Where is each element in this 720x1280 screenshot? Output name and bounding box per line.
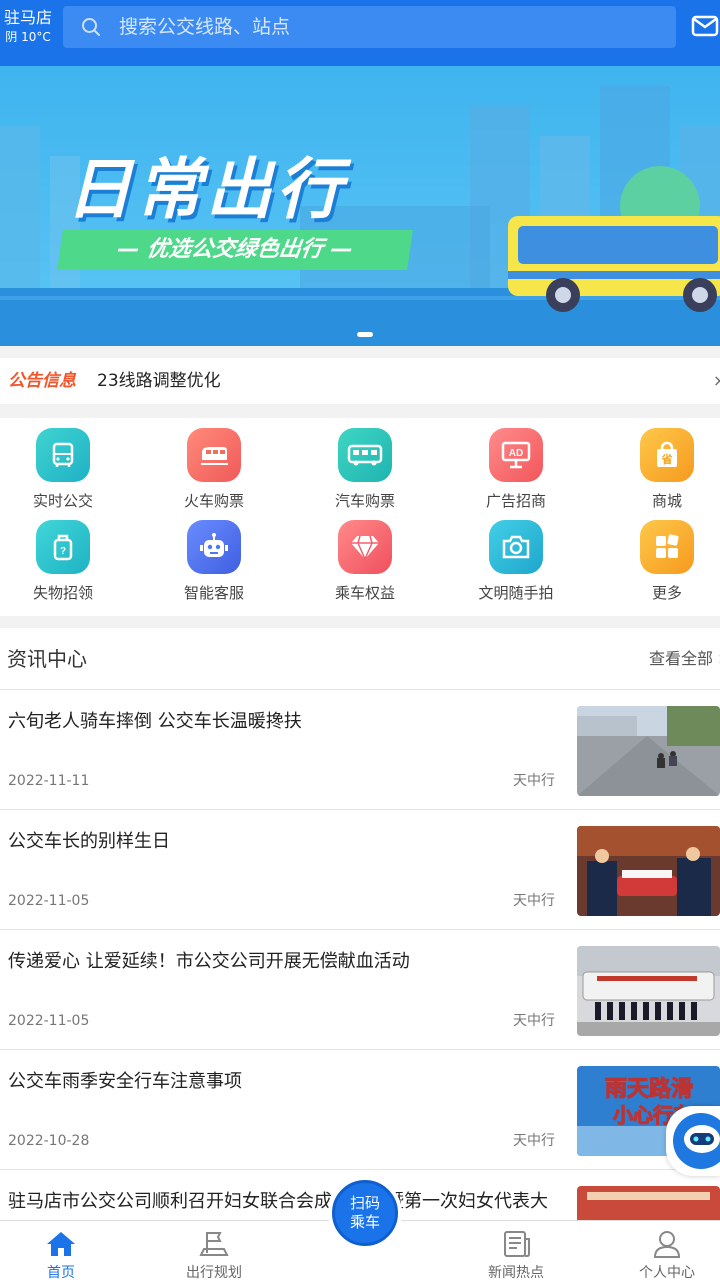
- notice-close-button[interactable]: ×: [713, 370, 720, 392]
- floating-assistant-button[interactable]: [666, 1106, 720, 1176]
- carousel-indicator: [357, 332, 373, 337]
- grid-item-lost-found[interactable]: ? 失物招领: [3, 510, 123, 602]
- news-thumbnail: [577, 826, 720, 916]
- news-date: 2022-11-05: [8, 893, 90, 909]
- shop-bag-icon: 省: [640, 428, 694, 482]
- grid-item-coach-ticket[interactable]: 汽车购票: [305, 418, 425, 510]
- news-source: 天中行: [513, 773, 555, 789]
- tab-label: 首页: [47, 1265, 75, 1280]
- grid-item-rider-benefits[interactable]: 乘车权益: [305, 510, 425, 602]
- top-bar: 驻马店 阴 10°C 搜索公交线路、站点: [0, 0, 720, 66]
- weather-text: 阴 10°C: [5, 30, 51, 44]
- news-date: 2022-11-05: [8, 1013, 90, 1029]
- promo-banner[interactable]: 日常出行 — 优选公交绿色出行 —: [0, 66, 720, 346]
- tab-profile[interactable]: 个人中心: [607, 1221, 720, 1280]
- city-selector[interactable]: 驻马店 阴 10°C: [0, 8, 56, 46]
- search-input[interactable]: 搜索公交线路、站点: [63, 6, 676, 48]
- newspaper-icon: [504, 1231, 530, 1257]
- view-all-link[interactable]: 查看全部 >: [649, 649, 720, 669]
- grid-label: 失物招领: [32, 584, 93, 602]
- tab-home[interactable]: 首页: [1, 1221, 121, 1280]
- thumb-text-line1: 雨天路滑: [605, 1076, 693, 1102]
- user-icon: [653, 1231, 681, 1258]
- mail-icon[interactable]: [691, 14, 719, 38]
- grid-label: 广告招商: [485, 492, 546, 510]
- tab-news[interactable]: 新闻热点: [456, 1221, 576, 1280]
- camera-icon: [489, 520, 543, 574]
- more-icon: [640, 520, 694, 574]
- robot-icon: [187, 520, 241, 574]
- ad-icon: AD: [489, 428, 543, 482]
- grid-label: 智能客服: [183, 584, 244, 602]
- bus-icon: [36, 428, 90, 482]
- luggage-icon: ?: [36, 520, 90, 574]
- grid-label: 汽车购票: [334, 492, 395, 510]
- news-title: 六旬老人骑车摔倒 公交车长温暖搀扶: [8, 711, 302, 732]
- tab-label: 个人中心: [639, 1265, 695, 1280]
- grid-item-realtime-bus[interactable]: 实时公交: [3, 418, 123, 510]
- diamond-icon: [338, 520, 392, 574]
- grid-label: 乘车权益: [334, 584, 395, 602]
- function-grid: 实时公交 火车购票 汽车购票 AD 广告招商 省 商城 ? 失物招领 智能客服 …: [0, 418, 720, 616]
- scan-button-label: 扫码 乘车: [332, 1180, 398, 1246]
- news-title: 传递爱心 让爱延续！市公交公司开展无偿献血活动: [8, 951, 410, 972]
- grid-item-advertising[interactable]: AD 广告招商: [456, 418, 576, 510]
- news-header: 资讯中心 查看全部 >: [0, 628, 720, 690]
- svg-text:?: ?: [60, 546, 66, 557]
- search-placeholder: 搜索公交线路、站点: [119, 16, 291, 38]
- assistant-robot-icon: [673, 1113, 720, 1169]
- notice-bar[interactable]: 公告信息 23线路调整优化 ×: [0, 358, 720, 404]
- news-thumbnail: [577, 706, 720, 796]
- grid-label: 文明随手拍: [478, 584, 554, 602]
- tab-label: 出行规划: [186, 1265, 242, 1280]
- news-source: 天中行: [513, 1133, 555, 1149]
- svg-text:省: 省: [661, 452, 673, 466]
- news-thumbnail: [577, 946, 720, 1036]
- grid-item-smart-service[interactable]: 智能客服: [154, 510, 274, 602]
- news-section-title: 资讯中心: [7, 647, 87, 671]
- news-date: 2022-11-11: [8, 773, 90, 789]
- route-plan-icon: [199, 1232, 229, 1256]
- grid-label: 实时公交: [32, 492, 93, 510]
- grid-label: 火车购票: [183, 492, 244, 510]
- home-icon: [47, 1232, 75, 1256]
- svg-text:AD: AD: [509, 448, 523, 459]
- city-name: 驻马店: [3, 8, 52, 27]
- grid-item-civility-photo[interactable]: 文明随手拍: [456, 510, 576, 602]
- news-source: 天中行: [513, 1013, 555, 1029]
- grid-label: 更多: [651, 584, 682, 602]
- news-item[interactable]: 六旬老人骑车摔倒 公交车长温暖搀扶 2022-11-11 天中行: [0, 690, 720, 810]
- news-source: 天中行: [513, 893, 555, 909]
- scan-to-ride-button[interactable]: 扫码 乘车: [328, 1176, 402, 1250]
- news-title: 驻马店市公交公司顺利召开妇女联合会成立大会暨第一次妇女代表大: [8, 1191, 548, 1212]
- banner-title: 日常出行: [66, 151, 346, 228]
- news-item[interactable]: 公交车雨季安全行车注意事项 2022-10-28 天中行 雨天路滑 小心行车: [0, 1050, 720, 1170]
- grid-item-more[interactable]: 更多: [607, 510, 720, 602]
- news-date: 2022-10-28: [8, 1133, 90, 1149]
- banner-subtitle: — 优选公交绿色出行 —: [57, 230, 413, 270]
- news-item[interactable]: 传递爱心 让爱延续！市公交公司开展无偿献血活动 2022-11-05 天中行: [0, 930, 720, 1050]
- notice-tag: 公告信息: [8, 371, 76, 391]
- grid-item-mall[interactable]: 省 商城: [607, 418, 720, 510]
- news-item[interactable]: 公交车长的别样生日 2022-11-05 天中行: [0, 810, 720, 930]
- tab-label: 新闻热点: [488, 1265, 544, 1280]
- notice-text[interactable]: 23线路调整优化: [97, 370, 221, 392]
- news-title: 公交车长的别样生日: [8, 831, 170, 852]
- news-title: 公交车雨季安全行车注意事项: [8, 1071, 242, 1092]
- grid-label: 商城: [651, 492, 682, 510]
- grid-item-train-ticket[interactable]: 火车购票: [154, 418, 274, 510]
- train-icon: [187, 428, 241, 482]
- search-icon: [82, 18, 100, 36]
- tab-trip-plan[interactable]: 出行规划: [154, 1221, 274, 1280]
- coach-icon: [338, 428, 392, 482]
